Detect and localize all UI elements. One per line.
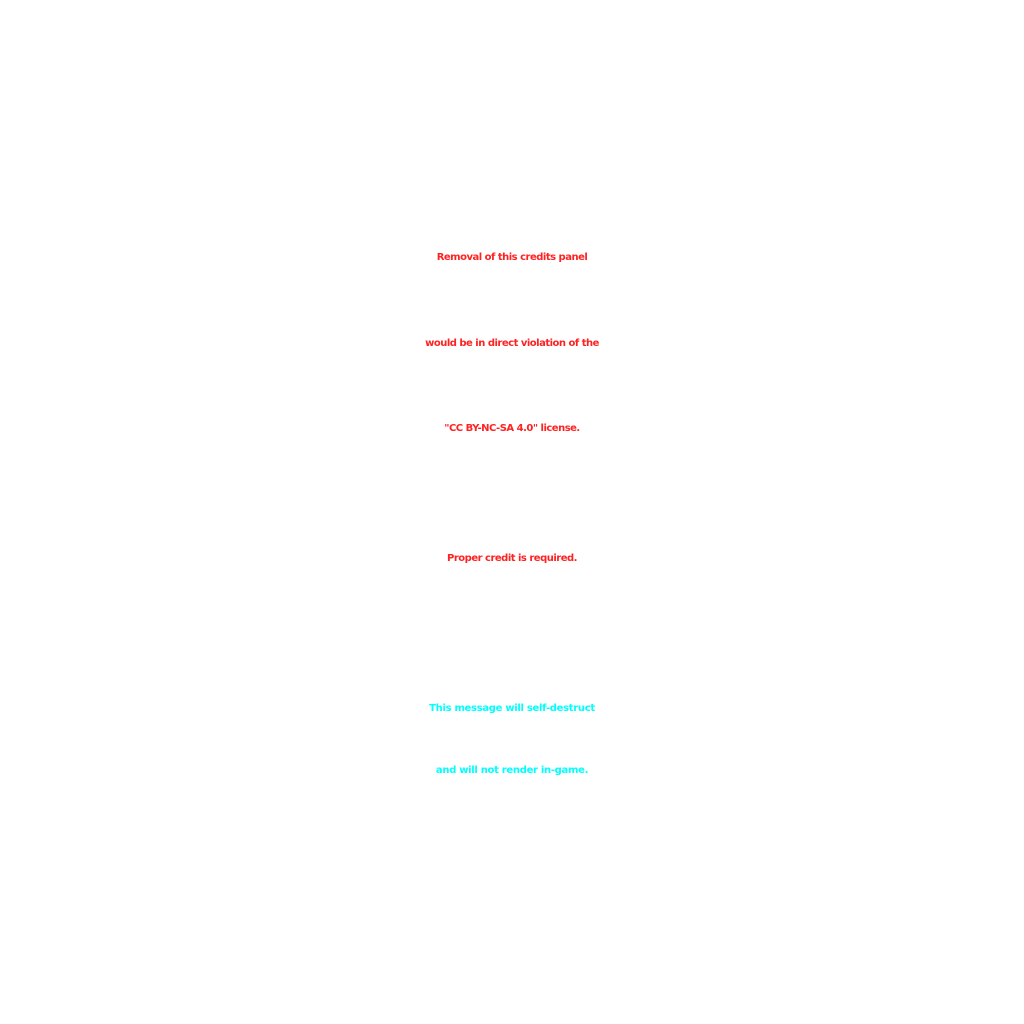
- self-destruct-note-line-1: This message will self-destruct: [429, 703, 595, 714]
- license-warning-line-3: "CC BY-NC-SA 4.0" license.: [444, 423, 580, 434]
- self-destruct-note-line-2: and will not render in-game.: [435, 765, 589, 776]
- license-warning-line-1: Removal of this credits panel: [436, 252, 588, 263]
- license-warning-line-2: would be in direct violation of the: [425, 338, 599, 349]
- credits-panel: Removal of this credits panel would be i…: [0, 0, 1024, 1024]
- credit-required-text: Proper credit is required.: [447, 553, 577, 564]
